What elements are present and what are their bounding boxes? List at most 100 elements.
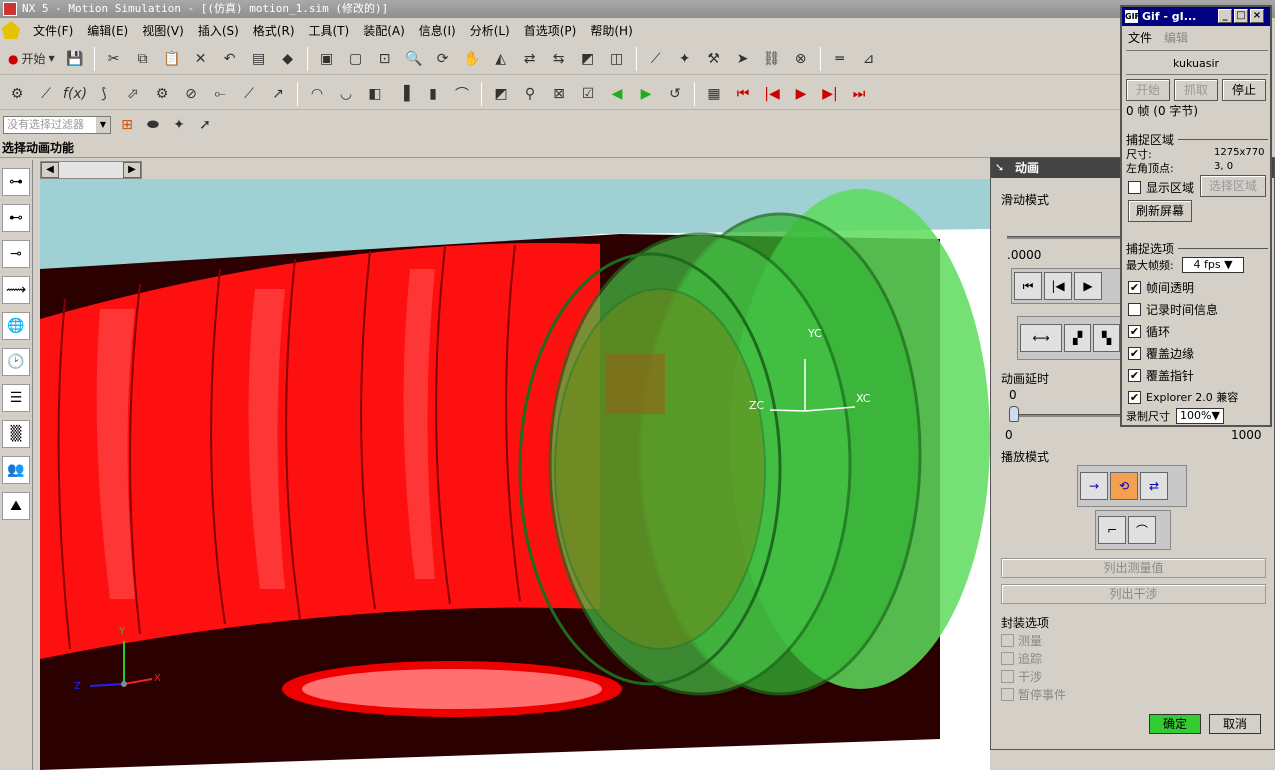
- record-size-select[interactable]: 100%▼: [1176, 408, 1224, 424]
- path-closed-icon[interactable]: ⌒: [1128, 516, 1156, 544]
- constraint-navigator-icon[interactable]: ⊸: [2, 240, 30, 268]
- first-frame-icon[interactable]: ⏮: [1014, 272, 1042, 300]
- play-icon[interactable]: ▶: [788, 81, 814, 107]
- range-icon[interactable]: ⟷: [1020, 324, 1063, 352]
- ping-pong-icon[interactable]: ⇄: [1140, 472, 1168, 500]
- gif-menu-edit[interactable]: 编辑: [1164, 29, 1188, 46]
- properties-icon[interactable]: ▤: [246, 46, 272, 72]
- palette-list-icon[interactable]: ☰: [2, 384, 30, 412]
- layer-icon[interactable]: ◧: [362, 81, 388, 107]
- cancel-button[interactable]: 取消: [1209, 714, 1261, 734]
- max-fps-select[interactable]: 4 fps ▼: [1182, 257, 1244, 273]
- refresh-screen-button[interactable]: 刷新屏幕: [1128, 200, 1192, 222]
- packaging-icon[interactable]: ▞: [1064, 324, 1092, 352]
- motion-navigator-icon[interactable]: ⟿: [2, 276, 30, 304]
- solution-icon[interactable]: ◡: [333, 81, 359, 107]
- loop-icon[interactable]: ⟲: [1110, 472, 1138, 500]
- menu-analysis[interactable]: 分析(L): [463, 22, 517, 39]
- step-back-icon[interactable]: |◀: [759, 81, 785, 107]
- package-measure-checkbox[interactable]: 测量: [1001, 632, 1042, 649]
- delay-slider[interactable]: [1011, 414, 1123, 417]
- first-frame-icon[interactable]: ⏮: [730, 81, 756, 107]
- package-interference-checkbox[interactable]: 干涉: [1001, 668, 1042, 685]
- link-icon[interactable]: ⛓: [759, 46, 785, 72]
- opt-loop[interactable]: ✔ 循环: [1128, 323, 1170, 340]
- web-browser-icon[interactable]: 🌐: [2, 312, 30, 340]
- marker-icon[interactable]: ⟋: [236, 81, 262, 107]
- undo-icon[interactable]: ↶: [217, 46, 243, 72]
- start-button[interactable]: ● 开始 ▼: [4, 46, 59, 72]
- motion-replay-icon[interactable]: ⇆: [546, 46, 572, 72]
- show-area-checkbox[interactable]: 显示区域: [1128, 179, 1194, 196]
- environment-icon[interactable]: ⚙: [4, 81, 30, 107]
- play-once-icon[interactable]: →: [1080, 472, 1108, 500]
- zoom-box-icon[interactable]: ⊡: [372, 46, 398, 72]
- graph-icon[interactable]: ◩: [488, 81, 514, 107]
- zoom-icon[interactable]: 🔍: [401, 46, 427, 72]
- save-icon[interactable]: 💾: [62, 46, 88, 72]
- vector-icon[interactable]: ↗: [265, 81, 291, 107]
- time-slider[interactable]: [1007, 236, 1127, 239]
- copy-icon[interactable]: ⧉: [130, 46, 156, 72]
- opt-cover-edge[interactable]: ✔ 覆盖边缘: [1128, 345, 1194, 362]
- spring-icon[interactable]: ⟆: [91, 81, 117, 107]
- select-icon[interactable]: ➤: [730, 46, 756, 72]
- close-form-icon[interactable]: ⊠: [546, 81, 572, 107]
- list-interference-button[interactable]: 列出干涉: [1001, 584, 1266, 604]
- step-back-icon[interactable]: |◀: [1044, 272, 1072, 300]
- checklist-icon[interactable]: ☑: [575, 81, 601, 107]
- trace-icon[interactable]: ⌒: [449, 81, 475, 107]
- menu-insert[interactable]: 插入(S): [191, 22, 246, 39]
- render-style-icon[interactable]: ◩: [575, 46, 601, 72]
- last-frame-icon[interactable]: ⏭: [846, 81, 872, 107]
- material-icon[interactable]: ▒: [2, 420, 30, 448]
- menu-file[interactable]: 文件(F): [26, 22, 80, 39]
- opt-record-time[interactable]: 记录时间信息: [1128, 301, 1218, 318]
- minimize-icon[interactable]: _: [1218, 9, 1232, 23]
- snap-icon[interactable]: ⟋: [643, 46, 669, 72]
- cut-icon[interactable]: ✂: [101, 46, 127, 72]
- function-icon[interactable]: f(x): [62, 81, 88, 107]
- close-icon[interactable]: ×: [1250, 9, 1264, 23]
- package-trace-checkbox[interactable]: 追踪: [1001, 650, 1042, 667]
- maximize-icon[interactable]: □: [1234, 9, 1248, 23]
- wrench-icon[interactable]: ⚒: [701, 46, 727, 72]
- menu-preferences[interactable]: 首选项(P): [517, 22, 584, 39]
- clearance-icon[interactable]: ▮: [420, 81, 446, 107]
- zoom-window-icon[interactable]: ▢: [343, 46, 369, 72]
- delay-slider-thumb[interactable]: [1009, 406, 1019, 422]
- next-arrow-icon[interactable]: ▶: [633, 81, 659, 107]
- location-icon[interactable]: ⚲: [517, 81, 543, 107]
- scroll-right-icon[interactable]: ▶: [123, 162, 141, 178]
- opt-frame-transparency[interactable]: ✔ 帧间透明: [1128, 279, 1194, 296]
- solver-icon[interactable]: ◠: [304, 81, 330, 107]
- menu-tools[interactable]: 工具(T): [302, 22, 357, 39]
- hook-icon[interactable]: ↺: [662, 81, 688, 107]
- delete-icon[interactable]: ✕: [188, 46, 214, 72]
- coupler-icon[interactable]: ⊘: [178, 81, 204, 107]
- part-navigator-icon[interactable]: ⊷: [2, 204, 30, 232]
- package-pause-checkbox[interactable]: 暂停事件: [1001, 686, 1066, 703]
- gear-icon[interactable]: ⚙: [149, 81, 175, 107]
- filter-color-icon[interactable]: ⊞: [117, 112, 137, 138]
- path-open-icon[interactable]: ⌐: [1098, 516, 1126, 544]
- menu-info[interactable]: 信息(I): [412, 22, 463, 39]
- filter-cursor-icon[interactable]: ➚: [195, 112, 215, 138]
- list-measure-button[interactable]: 列出测量值: [1001, 558, 1266, 578]
- assembly-navigator-icon[interactable]: ⊶: [2, 168, 30, 196]
- line-icon[interactable]: ═: [827, 46, 853, 72]
- previous-arrow-icon[interactable]: ◀: [604, 81, 630, 107]
- play-icon[interactable]: ▶: [1074, 272, 1102, 300]
- paint-icon[interactable]: ◆: [275, 46, 301, 72]
- point-curve-icon[interactable]: ⟜: [207, 81, 233, 107]
- joint-icon[interactable]: ⊗: [788, 46, 814, 72]
- menu-view[interactable]: 视图(V): [135, 22, 191, 39]
- view-orient-icon[interactable]: ◫: [604, 46, 630, 72]
- force-icon[interactable]: ⬀: [120, 81, 146, 107]
- perspective-icon[interactable]: ◭: [488, 46, 514, 72]
- gif-menu-file[interactable]: 文件: [1128, 29, 1152, 46]
- measure-icon[interactable]: ⊿: [856, 46, 882, 72]
- system-scenes-icon[interactable]: ⛰: [2, 492, 30, 520]
- opt-explorer-compat[interactable]: ✔ Explorer 2.0 兼容: [1128, 389, 1238, 405]
- menu-format[interactable]: 格式(R): [246, 22, 302, 39]
